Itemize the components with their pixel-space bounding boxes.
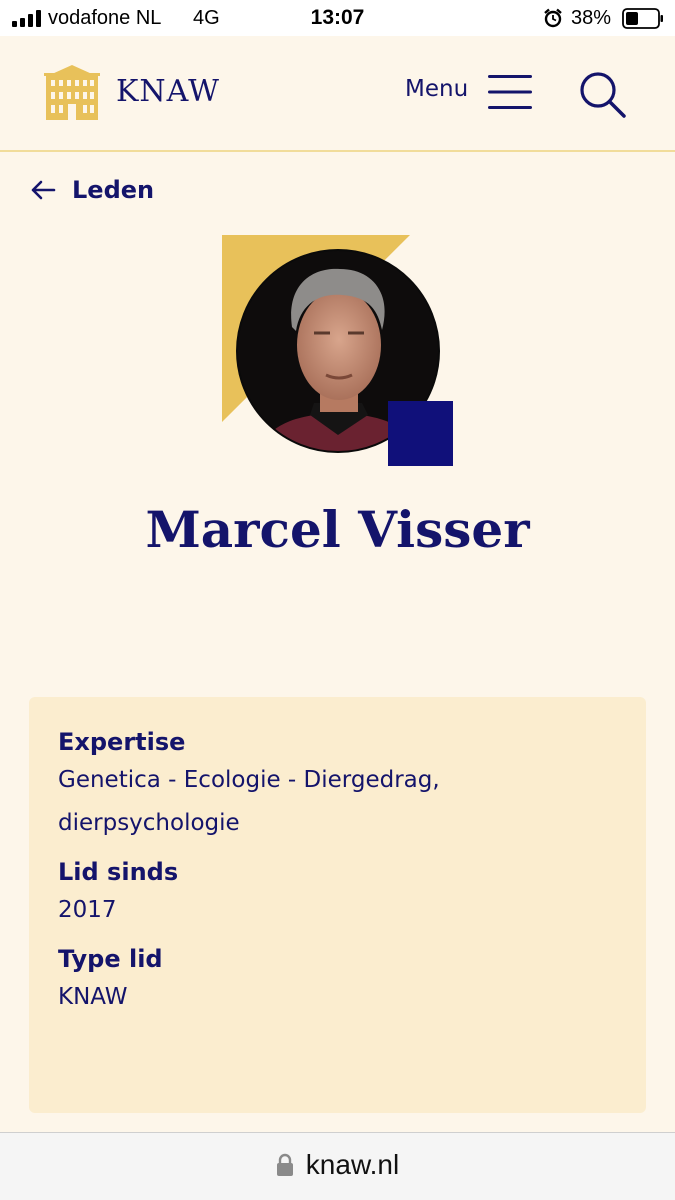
battery-icon bbox=[622, 8, 663, 29]
member-type-group: Type lid KNAW bbox=[58, 942, 617, 1019]
expertise-label: Expertise bbox=[58, 728, 186, 756]
hamburger-icon[interactable] bbox=[488, 73, 532, 111]
back-link-label: Leden bbox=[72, 176, 155, 204]
portrait-photo bbox=[222, 235, 453, 466]
menu-button-label[interactable]: Menu bbox=[405, 76, 468, 102]
member-since-group: Lid sinds 2017 bbox=[58, 855, 617, 932]
url-text[interactable]: knaw.nl bbox=[306, 1149, 399, 1181]
logo-building-icon[interactable] bbox=[44, 64, 100, 122]
member-since-value: 2017 bbox=[58, 897, 117, 923]
member-type-label: Type lid bbox=[58, 945, 163, 973]
member-type-value: KNAW bbox=[58, 984, 128, 1010]
expertise-group: Expertise Genetica - Ecologie - Diergedr… bbox=[58, 725, 617, 845]
status-bar: vodafone NL 4G 13:07 38% bbox=[0, 0, 675, 36]
member-details-card: Expertise Genetica - Ecologie - Diergedr… bbox=[29, 697, 646, 1113]
browser-url-bar[interactable]: knaw.nl bbox=[0, 1132, 675, 1200]
navy-square-shape bbox=[388, 401, 453, 466]
member-name: Marcel Visser bbox=[145, 500, 530, 559]
logo-text[interactable]: KNAW bbox=[116, 74, 220, 109]
battery-percent: 38% bbox=[571, 7, 612, 29]
lock-icon bbox=[276, 1153, 293, 1176]
expertise-value: Genetica - Ecologie - Diergedrag, dierps… bbox=[58, 767, 440, 836]
member-since-label: Lid sinds bbox=[58, 858, 179, 886]
site-header: KNAW Menu bbox=[0, 36, 675, 152]
member-portrait bbox=[222, 235, 454, 467]
back-link[interactable]: Leden bbox=[30, 174, 154, 206]
alarm-icon bbox=[544, 8, 562, 28]
search-icon[interactable] bbox=[578, 70, 626, 118]
arrow-left-icon bbox=[31, 180, 56, 200]
